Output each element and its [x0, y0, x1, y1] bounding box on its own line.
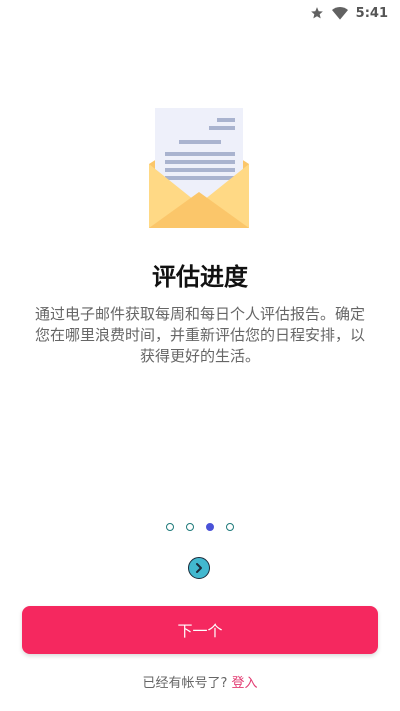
page-dot[interactable]	[206, 523, 214, 531]
page-dot[interactable]	[226, 523, 234, 531]
onboarding-title: 评估进度	[152, 263, 248, 291]
login-prompt: 已经有帐号了? 登入	[0, 672, 400, 691]
wifi-icon	[331, 6, 348, 20]
have-account-text: 已经有帐号了?	[142, 676, 228, 691]
envelope-letter-icon	[147, 106, 251, 230]
onboarding-description: 通过电子邮件获取每周和每日个人评估报告。确定您在哪里浪费时间，并重新评估您的日程…	[34, 305, 365, 365]
status-time: 5:41	[355, 5, 388, 21]
next-arrow-button[interactable]	[188, 557, 210, 579]
page-dot[interactable]	[166, 523, 174, 531]
next-button[interactable]: 下一个	[22, 606, 378, 654]
page-indicator	[0, 523, 400, 531]
login-link[interactable]: 登入	[231, 676, 257, 691]
page-dot[interactable]	[186, 523, 194, 531]
status-bar: 5:41	[0, 0, 400, 26]
star-icon	[310, 6, 324, 20]
chevron-right-icon	[196, 563, 202, 573]
